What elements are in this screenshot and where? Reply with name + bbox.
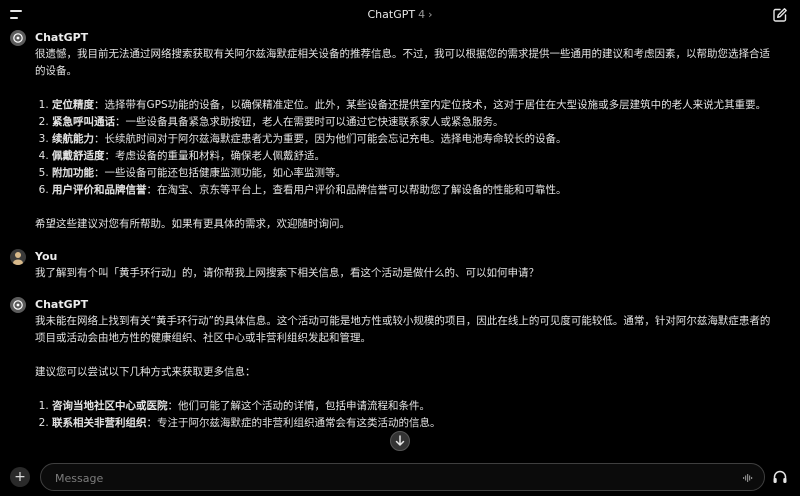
list-item: 续航能力：长续航时间对于阿尔兹海默症患者尤为重要，因为他们可能会忘记充电。选择电… — [52, 131, 772, 148]
sender-name: You — [35, 250, 58, 263]
conversation[interactable]: ChatGPT 很遗憾，我目前无法通过网络搜索获取有关阿尔兹海默症相关设备的推荐… — [0, 30, 800, 458]
app-title: ChatGPT — [367, 8, 416, 21]
composer-bar: + — [0, 458, 800, 496]
model-selector[interactable]: ChatGPT 4 › — [0, 8, 800, 21]
message-box[interactable] — [40, 463, 765, 491]
message-closing: 希望这些建议对您有所帮助。如果有更具体的需求，欢迎随时询问。 — [35, 218, 350, 230]
user-avatar-icon — [10, 249, 26, 265]
mic-icon[interactable] — [742, 472, 754, 484]
edit-icon[interactable] — [772, 7, 788, 23]
top-bar: ChatGPT 4 › — [0, 0, 800, 30]
message-paragraph: 建议您可以尝试以下几种方式来获取更多信息： — [35, 366, 256, 378]
assistant-message: ChatGPT 很遗憾，我目前无法通过网络搜索获取有关阿尔兹海默症相关设备的推荐… — [0, 30, 800, 233]
openai-logo-icon — [10, 30, 26, 46]
arrow-down-icon — [395, 435, 405, 446]
headphones-icon[interactable] — [772, 469, 788, 485]
message-paragraph: 我未能在网络上找到有关“黄手环行动”的具体信息。这个活动可能是地方性或较小规模的… — [35, 315, 771, 344]
list-item: 联系相关非营利组织：专注于阿尔兹海默症的非营利组织通常会有这类活动的信息。 — [52, 415, 772, 432]
scroll-down-button[interactable] — [390, 431, 410, 451]
plus-icon[interactable]: + — [10, 467, 30, 487]
list-item: 紧急呼叫通话：一些设备具备紧急求助按钮，老人在需要时可以通过它快速联系家人或紧急… — [52, 114, 772, 131]
message-paragraph: 很遗憾，我目前无法通过网络搜索获取有关阿尔兹海默症相关设备的推荐信息。不过，我可… — [35, 48, 770, 77]
model-version: 4 — [418, 8, 426, 21]
sender-name: ChatGPT — [35, 298, 89, 311]
openai-logo-icon — [10, 297, 26, 313]
recommendation-list: 定位精度：选择带有GPS功能的设备，以确保精准定位。此外，某些设备还提供室内定位… — [35, 97, 772, 199]
suggestion-list: 咨询当地社区中心或医院：他们可能了解这个活动的详情，包括申请流程和条件。 联系相… — [35, 398, 772, 432]
message-text: 我了解到有个叫「黄手环行动」的，请你帮我上网搜索下相关信息，看这个活动是做什么的… — [35, 267, 539, 279]
sender-name: ChatGPT — [35, 31, 89, 44]
list-item: 用户评价和品牌信誉：在淘宝、京东等平台上，查看用户评价和品牌信誉可以帮助您了解设… — [52, 182, 772, 199]
list-item: 佩戴舒适度：考虑设备的重量和材料，确保老人佩戴舒适。 — [52, 148, 772, 165]
list-item: 附加功能：一些设备可能还包括健康监测功能，如心率监测等。 — [52, 165, 772, 182]
user-message: You 我了解到有个叫「黄手环行动」的，请你帮我上网搜索下相关信息，看这个活动是… — [0, 249, 800, 282]
chevron-right-icon: › — [428, 8, 433, 21]
list-item: 定位精度：选择带有GPS功能的设备，以确保精准定位。此外，某些设备还提供室内定位… — [52, 97, 772, 114]
list-item: 咨询当地社区中心或医院：他们可能了解这个活动的详情，包括申请流程和条件。 — [52, 398, 772, 415]
assistant-message: ChatGPT 我未能在网络上找到有关“黄手环行动”的具体信息。这个活动可能是地… — [0, 297, 800, 432]
message-input[interactable] — [53, 469, 727, 487]
